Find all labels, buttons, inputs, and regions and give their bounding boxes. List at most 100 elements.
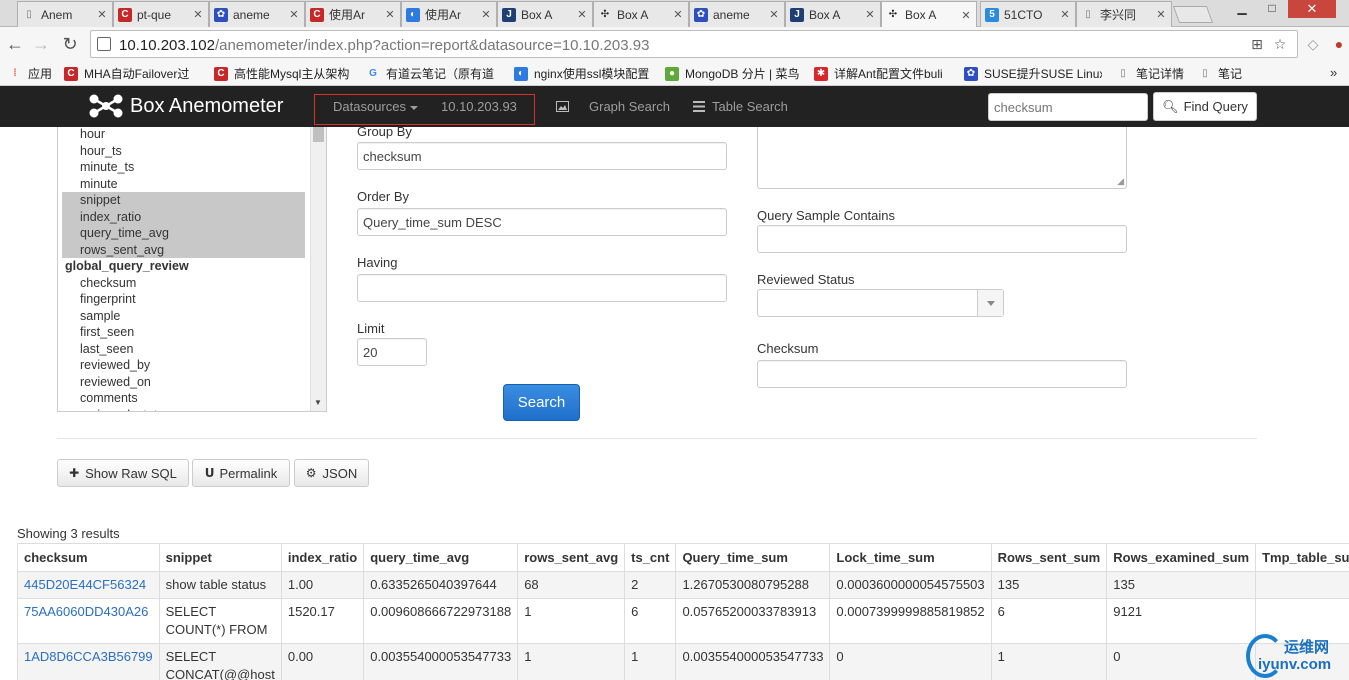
tab-close-icon[interactable]: ✕ — [288, 8, 300, 21]
field-option[interactable]: comments — [62, 390, 305, 407]
column-header[interactable]: checksum — [17, 543, 160, 572]
scrollbar-thumb[interactable] — [313, 127, 324, 142]
field-option[interactable]: rows_sent_avg — [62, 241, 305, 258]
tab-close-icon[interactable]: ✕ — [960, 9, 972, 22]
field-option[interactable]: reviewed_on — [62, 374, 305, 391]
browser-tab[interactable]: 5 51CTO ✕ — [980, 1, 1076, 27]
scrollbar[interactable]: ▼ — [310, 127, 326, 411]
bookmark-item[interactable]: ● MongoDB 分片 | 菜鸟 — [665, 65, 806, 82]
datasources-dropdown[interactable]: Datasources — [333, 99, 418, 114]
browser-tab[interactable]: ✿ aneme ✕ — [689, 1, 785, 27]
shield-extension-icon[interactable]: ◇ — [1304, 35, 1322, 53]
tab-close-icon[interactable]: ✕ — [768, 8, 780, 21]
browser-tab[interactable]: J Box A ✕ — [785, 1, 881, 27]
field-option[interactable]: hour_ts — [62, 143, 305, 160]
column-header[interactable]: snippet — [158, 543, 282, 572]
checksum-input[interactable] — [757, 360, 1127, 388]
field-option[interactable]: checksum — [62, 275, 305, 292]
table-cell[interactable]: 1AD8D6CCA3B56799 — [17, 643, 160, 680]
bookmark-item[interactable]: ✿ SUSE提升SUSE Linux — [964, 65, 1102, 82]
field-option[interactable]: hour — [62, 127, 305, 143]
bookmark-item[interactable]: C 高性能Mysql主从架构 — [214, 65, 358, 82]
field-option[interactable]: fingerprint — [62, 291, 305, 308]
field-option[interactable]: last_seen — [62, 341, 305, 358]
field-option[interactable]: snippet — [62, 192, 305, 209]
bookmark-item[interactable]: C MHA自动Failover过 — [64, 65, 206, 82]
datasource-value[interactable]: 10.10.203.93 — [441, 99, 517, 114]
window-close-icon[interactable]: ✕ — [1288, 0, 1336, 18]
extension-icon[interactable]: ● — [1330, 35, 1348, 53]
new-tab-button[interactable] — [1172, 6, 1214, 23]
browser-tab[interactable]: C 使用Ar ✕ — [305, 1, 401, 27]
bookmark-item[interactable]: ▯ 笔记详情 — [1116, 65, 1192, 82]
find-query-button[interactable]: 🔍︎ Find Query — [1153, 92, 1257, 121]
tab-close-icon[interactable]: ✕ — [1155, 8, 1167, 21]
column-header[interactable]: Lock_time_sum — [829, 543, 992, 572]
tab-close-icon[interactable]: ✕ — [192, 8, 204, 21]
column-header[interactable]: rows_sent_avg — [517, 543, 626, 572]
resize-grip-icon[interactable]: ◢ — [1117, 176, 1124, 187]
group-by-input[interactable] — [357, 142, 727, 170]
field-option[interactable]: index_ratio — [62, 208, 305, 225]
tab-close-icon[interactable]: ✕ — [672, 8, 684, 21]
back-icon[interactable]: ← — [4, 33, 26, 55]
field-option[interactable]: reviewed_status — [62, 407, 305, 412]
tab-close-icon[interactable]: ✕ — [864, 8, 876, 21]
reload-icon[interactable]: ↻ — [59, 33, 81, 55]
search-button[interactable]: Search — [503, 384, 580, 421]
column-header[interactable]: index_ratio — [280, 543, 365, 572]
address-url[interactable]: 10.10.203.102/anemometer/index.php?actio… — [119, 37, 649, 54]
field-option[interactable]: query_time_avg — [62, 225, 305, 242]
reviewed-status-select[interactable] — [757, 289, 1004, 317]
limit-input[interactable] — [357, 338, 427, 366]
browser-tab[interactable]: ▯ Anem ✕ — [17, 1, 113, 27]
column-header[interactable]: Tmp_table_sum — [1255, 543, 1349, 572]
browser-tab[interactable]: ✣ Box A ✕ — [881, 1, 977, 28]
browser-tab[interactable]: ▯ 李兴同 ✕ — [1076, 1, 1172, 27]
bookmark-item[interactable]: ▯ 笔记 — [1198, 65, 1248, 82]
having-input[interactable] — [357, 274, 727, 302]
column-header[interactable]: query_time_avg — [363, 543, 519, 572]
table-cell[interactable]: 75AA6060DD430A26 — [17, 598, 160, 644]
translate-icon[interactable]: ⊞ — [1249, 36, 1265, 52]
browser-tab[interactable]: Cpt-que ✕ — [113, 1, 209, 27]
column-header[interactable]: ts_cnt — [624, 543, 677, 572]
checksum-link[interactable]: 1AD8D6CCA3B56799 — [24, 649, 153, 664]
bookmark-item[interactable]: ✱ 详解Ant配置文件buli — [814, 65, 956, 82]
tab-close-icon[interactable]: ✕ — [96, 8, 108, 21]
table-search-link[interactable]: Table Search — [693, 99, 788, 114]
order-by-input[interactable] — [357, 208, 727, 236]
bookmark-item[interactable]: ◐ nginx使用ssl模块配置 — [514, 65, 656, 82]
address-bar[interactable]: 10.10.203.102/anemometer/index.php?actio… — [90, 30, 1298, 58]
chevron-down-icon[interactable] — [977, 290, 1003, 316]
browser-tab[interactable]: ✣ Box A ✕ — [593, 1, 689, 27]
field-option[interactable]: reviewed_by — [62, 357, 305, 374]
browser-tab[interactable]: ◐ 使用Ar ✕ — [401, 1, 497, 27]
browser-tab[interactable]: ✿ aneme ✕ — [209, 1, 305, 27]
show-raw-sql-button[interactable]: ✚ Show Raw SQL — [57, 459, 189, 487]
checksum-link[interactable]: 75AA6060DD430A26 — [24, 604, 148, 619]
column-header[interactable]: Rows_examined_sum — [1106, 543, 1257, 572]
scroll-down-icon[interactable]: ▼ — [314, 398, 322, 407]
browser-tab[interactable]: J Box A ✕ — [497, 1, 593, 27]
checksum-link[interactable]: 445D20E44CF56324 — [24, 577, 146, 592]
field-option[interactable]: sample — [62, 308, 305, 325]
select-fields-list[interactable]: reviewed_statuscommentsreviewed_onreview… — [57, 127, 327, 412]
bookmarks-more-button[interactable]: » — [1330, 65, 1337, 80]
tab-close-icon[interactable]: ✕ — [576, 8, 588, 21]
checksum-search-input[interactable] — [988, 93, 1148, 121]
permalink-button[interactable]: Ս Permalink — [192, 459, 290, 487]
table-cell[interactable]: 445D20E44CF56324 — [17, 571, 160, 599]
field-option[interactable]: first_seen — [62, 324, 305, 341]
bookmark-item[interactable]: ⁞ 应用 — [8, 65, 58, 82]
column-header[interactable]: Query_time_sum — [675, 543, 831, 572]
bookmark-item[interactable]: G 有道云笔记（原有道 — [366, 65, 506, 82]
minimize-icon[interactable]: ▁ — [1228, 0, 1256, 18]
where-textarea[interactable]: ◢ — [757, 127, 1127, 189]
maximize-icon[interactable]: □ — [1258, 0, 1286, 18]
tab-close-icon[interactable]: ✕ — [1059, 8, 1071, 21]
field-option[interactable]: minute — [62, 176, 305, 193]
graph-search-link[interactable]: Graph Search — [556, 99, 670, 114]
brand[interactable]: Box Anemometer — [88, 93, 283, 119]
tab-close-icon[interactable]: ✕ — [480, 8, 492, 21]
